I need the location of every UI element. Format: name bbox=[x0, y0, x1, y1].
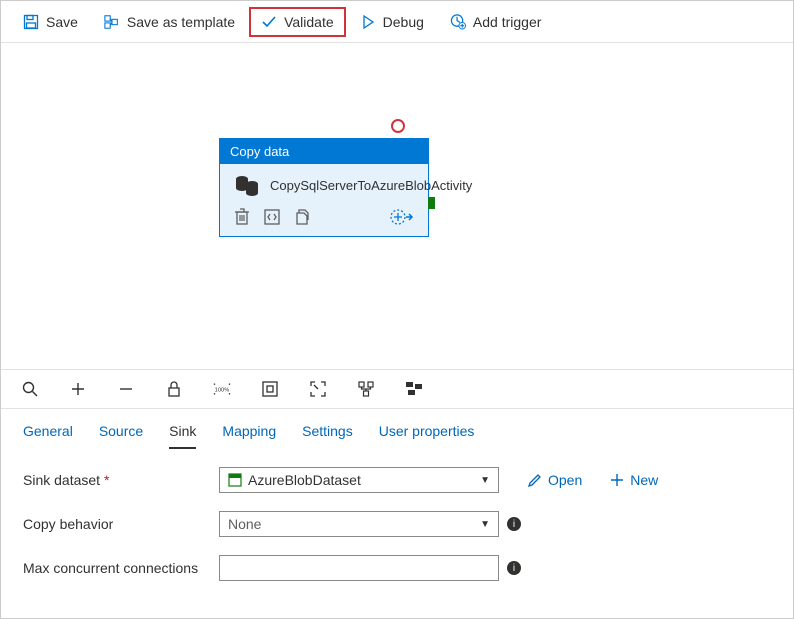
pipeline-canvas[interactable]: Copy data CopySqlServerToAzureBlobActivi… bbox=[1, 43, 793, 369]
open-dataset-link[interactable]: Open bbox=[527, 472, 582, 488]
sink-dataset-label: Sink dataset * bbox=[23, 472, 219, 488]
debug-button[interactable]: Debug bbox=[348, 7, 436, 37]
auto-align-icon[interactable] bbox=[357, 380, 375, 398]
save-button[interactable]: Save bbox=[11, 7, 90, 37]
chevron-down-icon: ▼ bbox=[480, 519, 490, 530]
delete-icon[interactable] bbox=[234, 208, 250, 226]
node-actions bbox=[220, 204, 428, 236]
add-output-icon[interactable] bbox=[390, 208, 414, 226]
save-icon bbox=[23, 14, 39, 30]
svg-text:100%: 100% bbox=[215, 387, 230, 393]
copy-behavior-select[interactable]: None ▼ bbox=[219, 511, 499, 537]
zoom-out-icon[interactable] bbox=[117, 380, 135, 398]
fit-screen-icon[interactable] bbox=[261, 380, 279, 398]
tab-general[interactable]: General bbox=[23, 423, 73, 449]
clone-icon[interactable] bbox=[294, 208, 310, 226]
success-output-handle[interactable] bbox=[428, 197, 435, 209]
tab-sink[interactable]: Sink bbox=[169, 423, 196, 449]
tab-user-properties[interactable]: User properties bbox=[379, 423, 475, 449]
new-dataset-link[interactable]: New bbox=[610, 472, 658, 488]
copy-behavior-label: Copy behavior bbox=[23, 516, 219, 532]
tab-source[interactable]: Source bbox=[99, 423, 143, 449]
validate-button[interactable]: Validate bbox=[249, 7, 346, 37]
canvas-toolbar: 100% bbox=[1, 369, 793, 409]
node-header: Copy data bbox=[220, 139, 428, 164]
search-icon[interactable] bbox=[21, 380, 39, 398]
save-as-template-button[interactable]: Save as template bbox=[92, 7, 247, 37]
fullscreen-icon[interactable] bbox=[309, 380, 327, 398]
add-trigger-label: Add trigger bbox=[473, 14, 541, 30]
tab-settings[interactable]: Settings bbox=[302, 423, 353, 449]
node-body: CopySqlServerToAzureBlobActivity bbox=[220, 164, 428, 204]
add-trigger-icon bbox=[450, 14, 466, 30]
save-as-template-label: Save as template bbox=[127, 14, 235, 30]
zoom-in-icon[interactable] bbox=[69, 380, 87, 398]
info-icon[interactable]: i bbox=[507, 561, 521, 575]
properties-tabs: General Source Sink Mapping Settings Use… bbox=[1, 409, 793, 449]
lock-icon[interactable] bbox=[165, 380, 183, 398]
save-label: Save bbox=[46, 14, 78, 30]
database-icon bbox=[234, 174, 260, 198]
validate-label: Validate bbox=[284, 14, 334, 30]
dataset-icon bbox=[228, 473, 242, 487]
sink-dataset-value: AzureBlobDataset bbox=[248, 472, 361, 488]
code-icon[interactable] bbox=[264, 209, 280, 225]
max-concurrent-input[interactable] bbox=[219, 555, 499, 581]
node-activity-name: CopySqlServerToAzureBlobActivity bbox=[270, 178, 472, 195]
save-as-template-icon bbox=[104, 14, 120, 30]
tab-mapping[interactable]: Mapping bbox=[222, 423, 276, 449]
copy-behavior-value: None bbox=[228, 516, 261, 532]
sink-dataset-select[interactable]: AzureBlobDataset ▼ bbox=[219, 467, 499, 493]
max-concurrent-label: Max concurrent connections bbox=[23, 560, 219, 576]
top-toolbar: Save Save as template Validate Debug Add… bbox=[1, 1, 793, 43]
layout-icon[interactable] bbox=[405, 380, 423, 398]
add-trigger-button[interactable]: Add trigger bbox=[438, 7, 553, 37]
zoom-reset-icon[interactable]: 100% bbox=[213, 380, 231, 398]
validate-icon bbox=[261, 14, 277, 30]
copy-data-activity-node[interactable]: Copy data CopySqlServerToAzureBlobActivi… bbox=[219, 138, 429, 237]
pencil-icon bbox=[527, 473, 542, 488]
sink-form: Sink dataset * AzureBlobDataset ▼ Open N… bbox=[1, 449, 793, 581]
chevron-down-icon: ▼ bbox=[480, 475, 490, 486]
validation-error-indicator[interactable] bbox=[391, 119, 405, 133]
plus-icon bbox=[610, 473, 624, 487]
debug-label: Debug bbox=[383, 14, 424, 30]
info-icon[interactable]: i bbox=[507, 517, 521, 531]
debug-icon bbox=[360, 14, 376, 30]
